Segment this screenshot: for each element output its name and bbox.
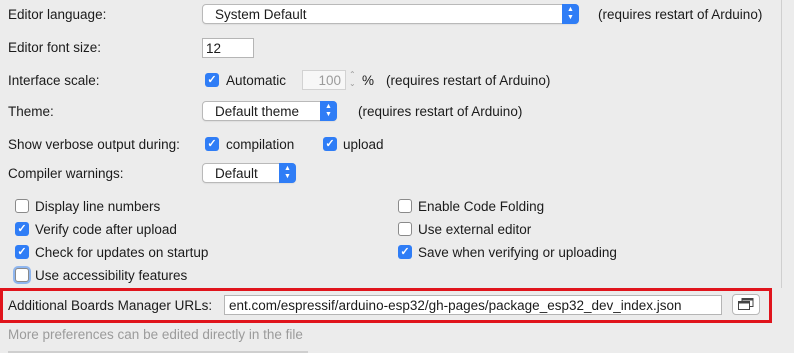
checkmark-icon: ✓ <box>325 138 335 150</box>
save-when-verifying-checkbox[interactable]: ✓ <box>398 245 412 259</box>
theme-note: (requires restart of Arduino) <box>358 104 523 119</box>
external-editor-checkbox[interactable] <box>398 222 412 236</box>
editor-font-size-label: Editor font size: <box>8 40 102 55</box>
boards-urls-field[interactable]: ent.com/espressif/arduino-esp32/gh-pages… <box>224 295 722 315</box>
boards-urls-edit-button[interactable] <box>732 294 760 315</box>
save-when-verifying-label: Save when verifying or uploading <box>418 245 617 260</box>
upload-checkbox[interactable]: ✓ <box>323 137 337 151</box>
checkmark-icon: ✓ <box>17 223 27 235</box>
scale-stepper-icon[interactable]: ⌃ ⌄ <box>349 70 356 88</box>
editor-font-size-field[interactable]: 12 <box>202 38 254 58</box>
editor-language-note: (requires restart of Arduino) <box>598 7 763 22</box>
interface-scale-value: 100 <box>318 73 341 88</box>
compiler-warnings-label: Compiler warnings: <box>8 166 124 181</box>
interface-scale-label: Interface scale: <box>8 73 100 88</box>
interface-scale-note: (requires restart of Arduino) <box>386 73 551 88</box>
interface-scale-unit: % <box>362 73 375 88</box>
code-folding-label: Enable Code Folding <box>418 199 545 214</box>
checkmark-icon: ✓ <box>207 74 217 86</box>
accessibility-checkbox[interactable] <box>15 268 29 282</box>
window-edge-divider <box>781 0 782 288</box>
checkmark-icon: ✓ <box>400 246 410 258</box>
check-updates-checkbox[interactable]: ✓ <box>15 245 29 259</box>
up-down-chevron-icon: ▲ ▼ <box>320 101 337 121</box>
compilation-checkbox[interactable]: ✓ <box>205 137 219 151</box>
window-icon <box>738 298 754 310</box>
theme-value: Default theme <box>215 104 300 119</box>
compilation-label: compilation <box>226 137 295 152</box>
external-editor-label: Use external editor <box>418 222 532 237</box>
check-updates-label: Check for updates on startup <box>35 245 209 260</box>
editor-language-value: System Default <box>215 7 307 22</box>
editor-language-label: Editor language: <box>8 7 107 22</box>
display-line-numbers-checkbox[interactable] <box>15 199 29 213</box>
display-line-numbers-label: Display line numbers <box>35 199 161 214</box>
up-down-chevron-icon: ▲ ▼ <box>562 4 579 24</box>
automatic-label: Automatic <box>226 73 287 88</box>
footer-note: More preferences can be edited directly … <box>8 327 303 342</box>
editor-language-select[interactable]: System Default ▲ ▼ <box>202 4 579 24</box>
footer-path-clipped <box>8 348 348 353</box>
editor-font-size-value: 12 <box>206 41 222 56</box>
boards-urls-label: Additional Boards Manager URLs: <box>8 298 213 313</box>
compiler-warnings-select[interactable]: Default ▲ ▼ <box>202 163 296 183</box>
compiler-warnings-value: Default <box>215 166 258 181</box>
checkmark-icon: ✓ <box>207 138 217 150</box>
up-down-chevron-icon: ▲ ▼ <box>279 163 296 183</box>
automatic-checkbox[interactable]: ✓ <box>205 73 219 87</box>
accessibility-label: Use accessibility features <box>35 268 188 283</box>
verify-after-upload-checkbox[interactable]: ✓ <box>15 222 29 236</box>
verbose-output-label: Show verbose output during: <box>8 137 180 152</box>
checkmark-icon: ✓ <box>17 246 27 258</box>
code-folding-checkbox[interactable] <box>398 199 412 213</box>
boards-urls-value: ent.com/espressif/arduino-esp32/gh-pages… <box>229 298 682 313</box>
interface-scale-field[interactable]: 100 <box>302 70 346 90</box>
theme-label: Theme: <box>8 104 54 119</box>
upload-label: upload <box>343 137 384 152</box>
verify-after-upload-label: Verify code after upload <box>35 222 177 237</box>
theme-select[interactable]: Default theme ▲ ▼ <box>202 101 337 121</box>
